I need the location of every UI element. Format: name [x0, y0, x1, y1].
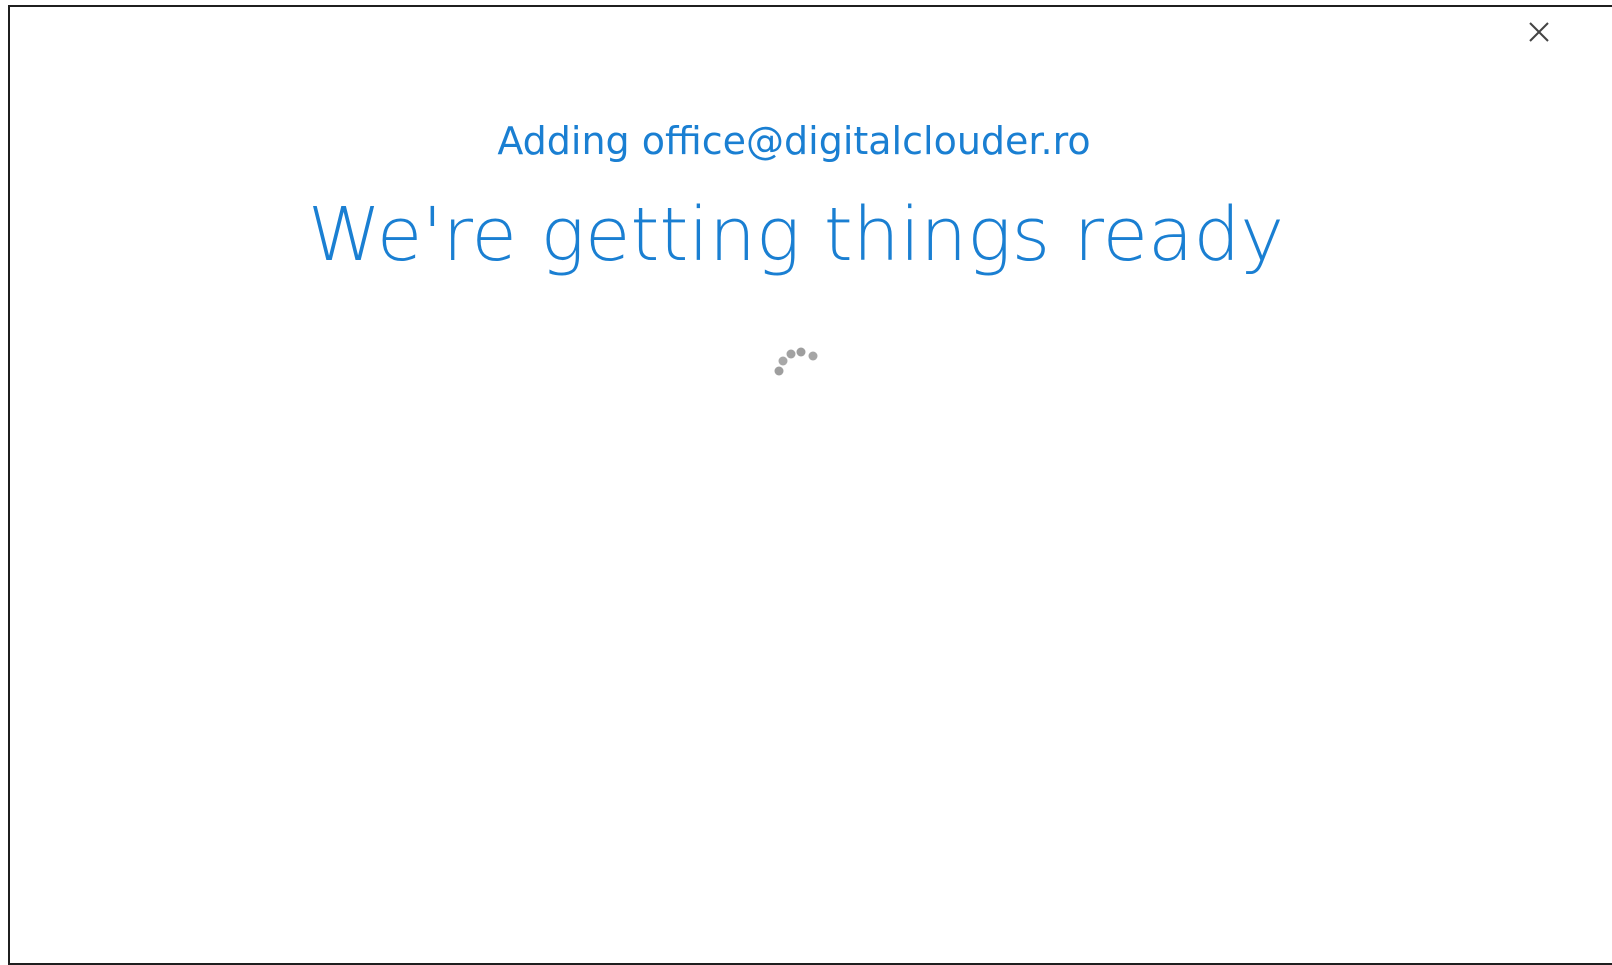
loading-spinner-icon: [770, 343, 824, 383]
close-icon: [1529, 22, 1549, 42]
account-subtitle: Adding office@digitalclouder.ro: [497, 119, 1091, 163]
dialog-window: Adding office@digitalclouder.ro We're ge…: [8, 5, 1612, 965]
close-button[interactable]: [1524, 17, 1554, 47]
page-title: We're getting things ready: [307, 192, 1285, 278]
